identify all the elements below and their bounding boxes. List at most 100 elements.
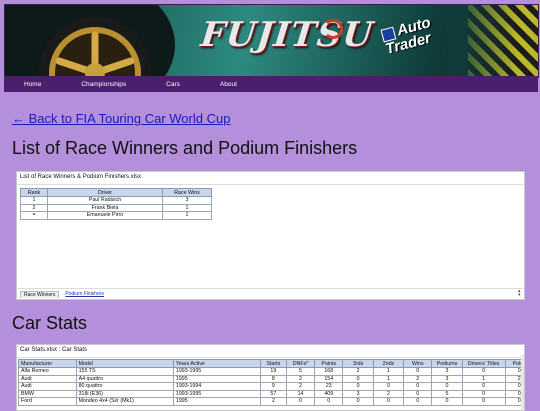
cell: = [20,211,48,220]
tab-podium-finishers[interactable]: Podium Finishers [62,291,107,297]
cell: 14 [285,389,316,398]
autotrader-logo: Auto Trader [380,14,436,58]
cell: 1993-1995 [172,389,261,398]
column-header-starts: Starts [259,359,287,368]
table-row: 2 Frank Biela 1 [20,203,212,212]
vertical-scrollbar[interactable] [521,355,524,410]
cell: 409 [314,389,344,398]
table-row: BMW318i (E36)1993-199557144093205000 [18,389,524,398]
cell: Audi [18,374,77,383]
cell: 1 [20,196,48,205]
cell: 2 [403,374,433,383]
table-row: Audi80 quattro1993-199492230000000 [18,382,524,391]
column-header-model: Model [75,359,174,368]
cell: 0 [431,382,463,391]
fujitsu-swoosh-icon [323,19,343,39]
cell: A4 quattro [75,374,174,383]
cell: 1 [461,374,506,383]
column-header-thirds: 3rds [342,359,374,368]
table-row: FordMondeo 4x4 (Si/r (Mk1)19952000000000 [18,397,524,406]
cell: Audi [18,382,77,391]
cell: 0 [285,397,316,406]
cell: 154 [314,374,344,383]
cell: 0 [431,397,463,406]
column-header-years-active: Years Active [172,359,261,368]
cell: 2 [372,389,405,398]
cell: BMW [18,389,77,398]
nav-item-about[interactable]: About [220,81,237,88]
column-header-dnfs: DNFs* [285,359,316,368]
tab-race-winners[interactable]: Race Winners [20,290,60,298]
viewer-title: List of Race Winners & Podium Finishers.… [17,172,524,185]
winners-spreadsheet-viewer: List of Race Winners & Podium Finishers.… [16,171,525,300]
cell: 0 [342,382,374,391]
header-banner-image: FUJITSU Auto Trader [4,4,539,78]
cell: 0 [403,397,433,406]
nav-item-home[interactable]: Home [24,81,41,88]
cell: 1 [372,367,405,376]
cell: 0 [372,382,405,391]
cell: 2 [342,367,374,376]
column-header-points: Points [314,359,344,368]
cell: 80 quattro [75,382,174,391]
cell: 0 [372,397,405,406]
cell: 23 [314,382,344,391]
cell: 3 [431,367,463,376]
winners-table: Rank Driver Race Wins 1 Paul Radisich 3 … [20,188,212,220]
table-row: 1 Paul Radisich 3 [20,196,212,205]
table-row: = Emanuele Pirro 1 [20,211,212,220]
cell: 8 [259,374,287,383]
page-title: List of Race Winners and Podium Finisher… [12,138,358,158]
table-header-row: Rank Driver Race Wins [20,188,212,197]
column-header-wins: Wins [403,359,433,368]
cell: 9 [259,382,287,391]
gold-wheel-icon [39,17,151,77]
cell: Frank Biela [47,203,163,212]
cell: Emanuele Pirro [47,211,163,220]
section-heading-car-stats: Car Stats [12,313,88,333]
column-header-podiums: Podiums [431,359,463,368]
cell: 5 [431,389,463,398]
cell: 1 [162,203,212,212]
cell: 2 [285,382,316,391]
column-header-manufacturer: Manufacturer [18,359,77,368]
cell: 1995 [172,374,261,383]
back-link[interactable]: ← Back to FIA Touring Car World Cup [12,111,230,126]
cell: 0 [403,389,433,398]
table-header-row: Manufacturer Model Years Active Starts D… [18,359,524,368]
column-header-rank: Rank [20,188,48,197]
main-nav: Home Championships Cars About [4,76,538,92]
cell: 0 [461,389,506,398]
cell: 0 [342,397,374,406]
car-stats-table: Manufacturer Model Years Active Starts D… [18,359,524,406]
cell: 3 [342,389,374,398]
cell: 0 [342,374,374,383]
cell: 0 [461,367,506,376]
nav-item-cars[interactable]: Cars [166,81,180,88]
cell: Ford [18,397,77,406]
stripe-shade [448,5,518,77]
column-header-driver: Driver [47,188,163,197]
cell: 2 [259,397,287,406]
cell: Alfa Romeo [18,367,77,376]
cell: 19 [259,367,287,376]
fujitsu-logo: FUJITSU [198,15,376,55]
cell: 155 TS [75,367,174,376]
column-header-seconds: 2nds [372,359,405,368]
cell: 0 [403,367,433,376]
cell: 2 [285,374,316,383]
cell: 3 [431,374,463,383]
cell: 1 [162,211,212,220]
scroll-arrows-icon[interactable]: ▴ ▾ [518,289,522,298]
nav-item-championships[interactable]: Championships [81,81,126,88]
cell: 318i (E36) [75,389,174,398]
cell: 0 [403,382,433,391]
cell: 1993-1995 [172,367,261,376]
cell: 5 [285,367,316,376]
sheet-tab-bar: Race Winners Podium Finishers [17,288,524,299]
cell: 3 [162,196,212,205]
cell: 2 [20,203,48,212]
table-row: AudiA4 quattro1995821540123121 [18,374,524,383]
cell: 1993-1994 [172,382,261,391]
table-row: Alfa Romeo155 TS1993-19951951682103000 [18,367,524,376]
